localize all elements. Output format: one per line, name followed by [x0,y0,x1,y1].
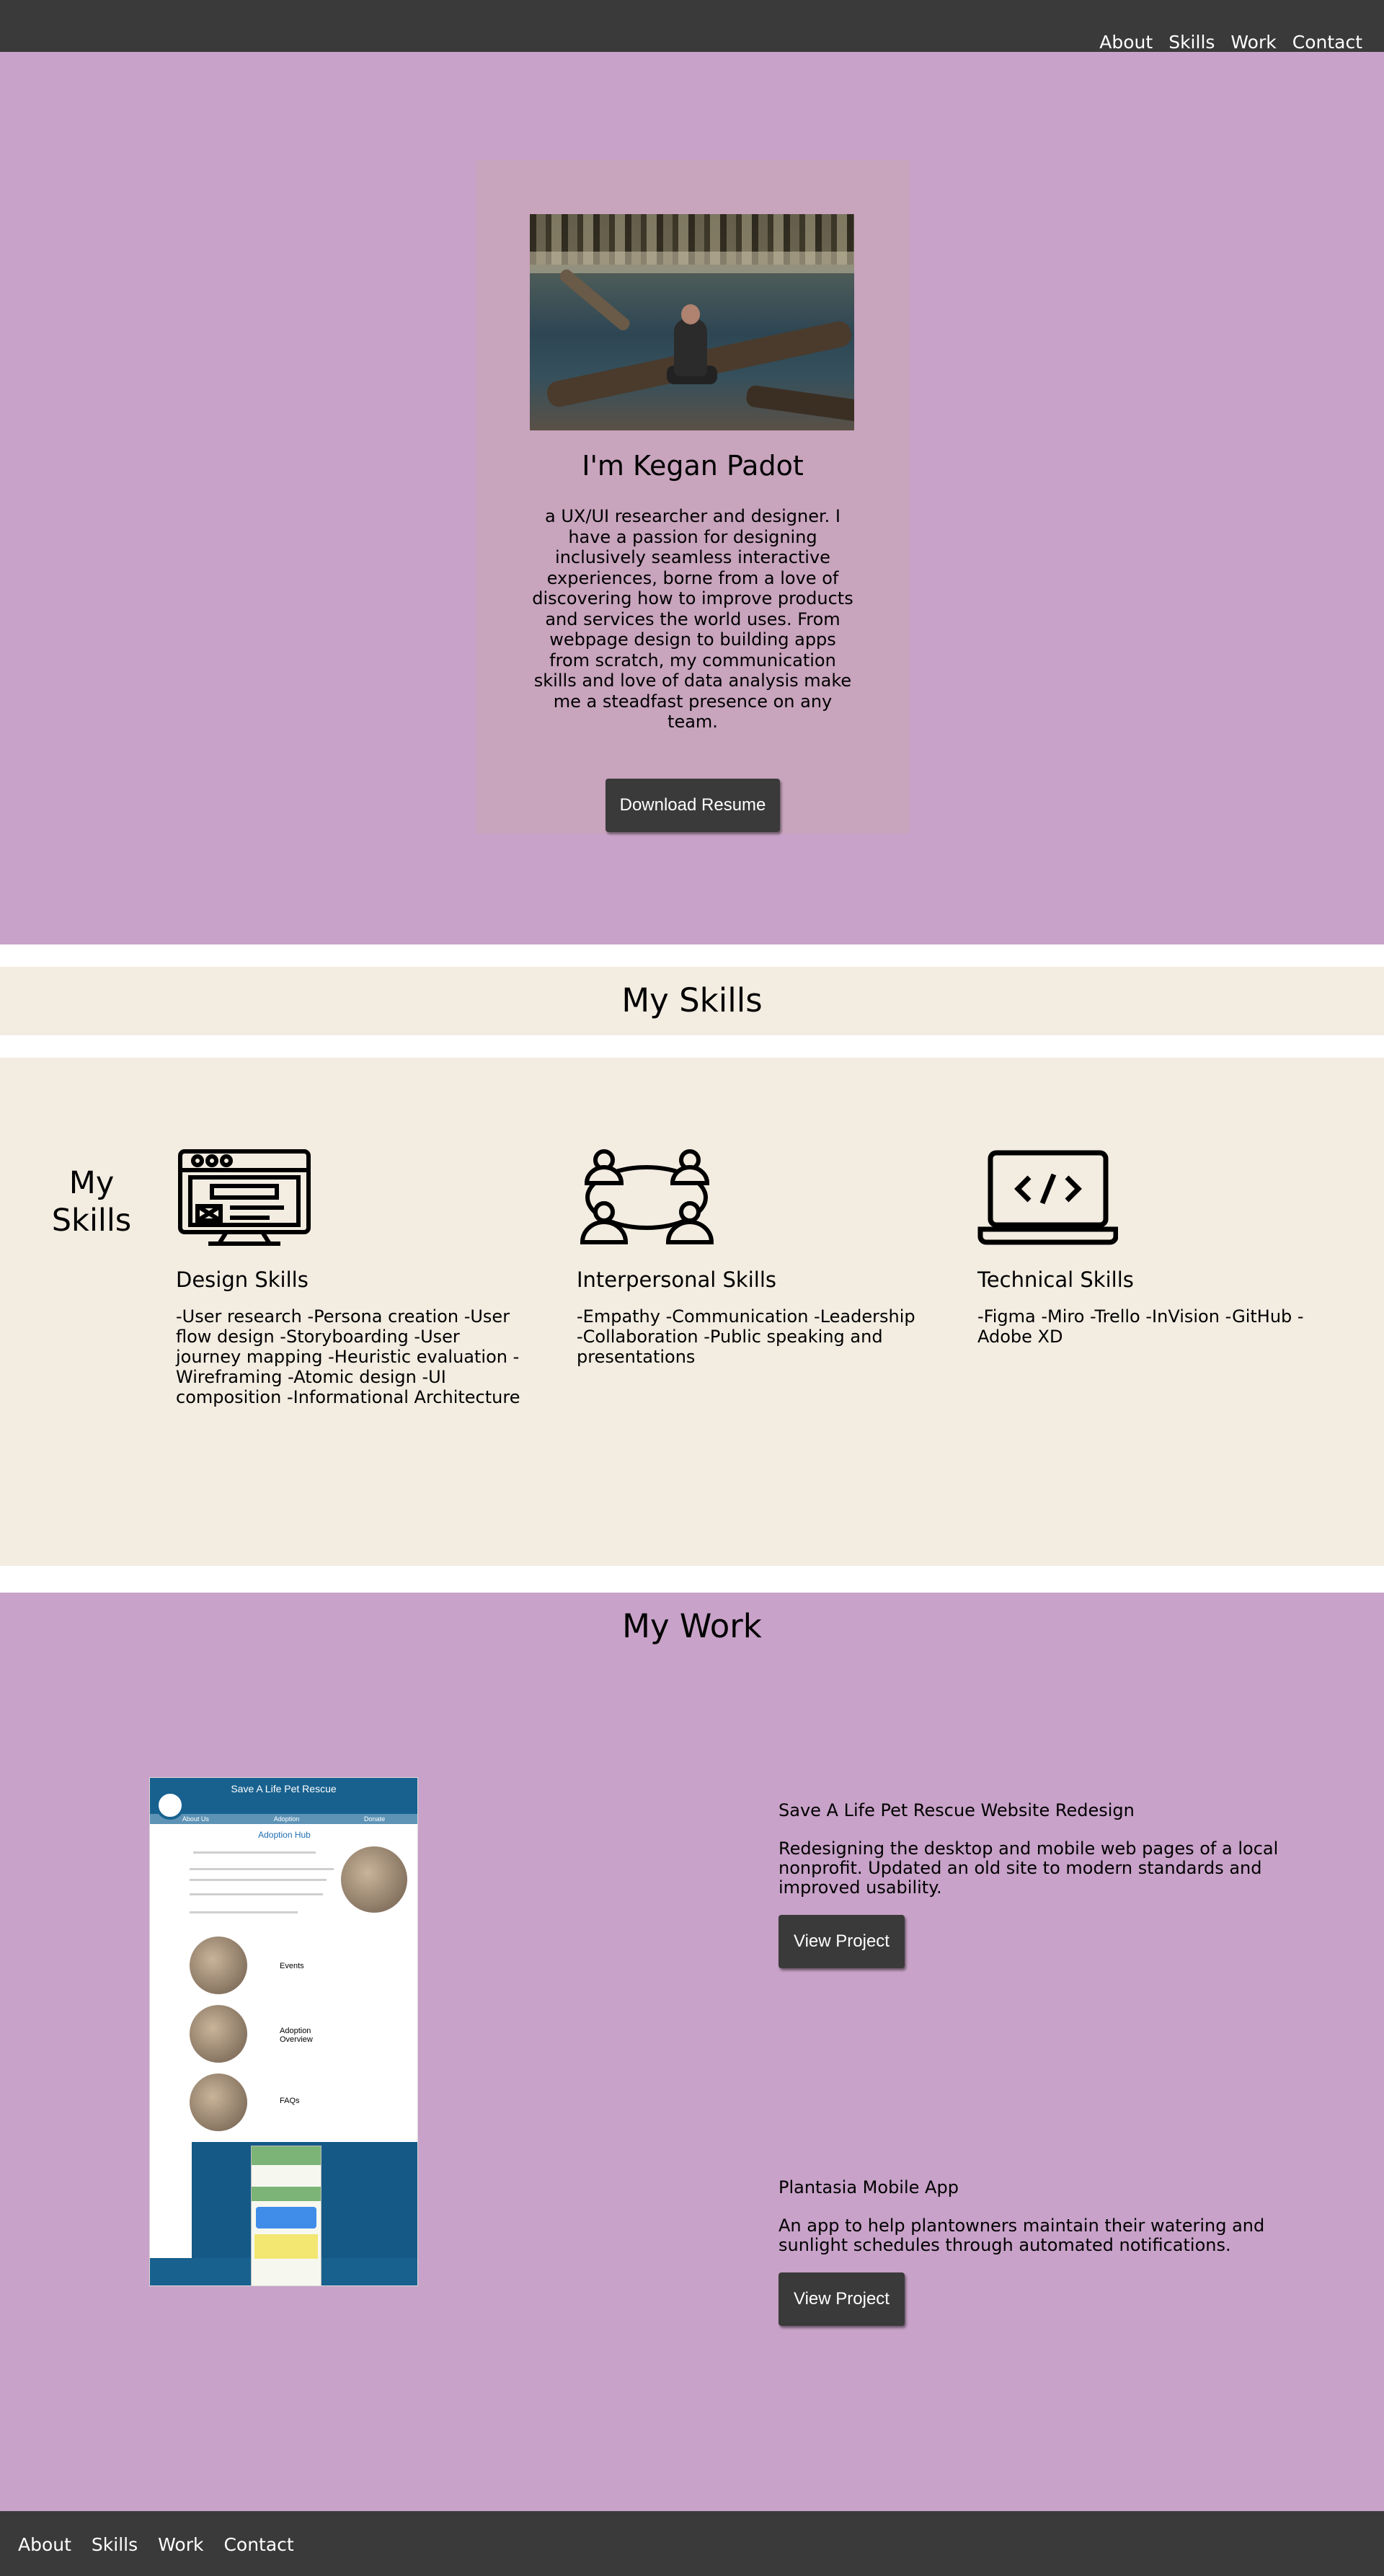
design-icon [178,1149,311,1246]
laptop-code-icon [977,1150,1118,1245]
mockup-heading: Adoption Hub [258,1830,311,1840]
project-plantasia-text: An app to help plantowners maintain thei… [778,2216,1265,2255]
top-nav-links: About Skills Work Contact [1099,32,1362,53]
hero-bio: a UX/UI researcher and designer. I have … [532,506,853,732]
team-icon [580,1149,714,1244]
skill-design-text: -User research -Persona creation -User f… [176,1306,520,1407]
footer-link-about[interactable]: About [18,2534,71,2555]
top-nav: About Skills Work Contact [0,0,1384,53]
skill-design: Design Skills -User research -Persona cr… [176,1148,522,1407]
skill-technical-text: -Figma -Miro -Trello -InVision -GitHub -… [977,1306,1304,1347]
work-section: My Work Save A Life Pet Rescue About Us … [0,1593,1384,2511]
skill-technical-title: Technical Skills [977,1267,1134,1292]
skill-interpersonal: Interpersonal Skills -Empathy -Communica… [577,1148,923,1367]
mockup-phone [251,2146,321,2285]
skill-design-title: Design Skills [176,1267,309,1292]
profile-photo [530,214,854,430]
mockup-nav: About Us Adoption Donate [150,1814,417,1824]
intro-card: I'm Kegan Padot a UX/UI researcher and d… [476,160,910,833]
hero-title: I'm Kegan Padot [582,450,804,482]
pet-rescue-mockup-image: Save A Life Pet Rescue About Us Adoption… [149,1777,418,2286]
view-project-plantasia-button[interactable]: View Project [778,2272,905,2326]
footer: About Skills Work Contact [0,2511,1384,2576]
nav-link-skills[interactable]: Skills [1168,32,1215,53]
mockup-nav-adoption: Adoption [273,1815,300,1823]
footer-link-skills[interactable]: Skills [92,2534,138,2555]
project-pet-rescue-text: Redesigning the desktop and mobile web p… [778,1838,1279,1898]
nav-link-contact[interactable]: Contact [1292,32,1362,53]
footer-links: About Skills Work Contact [18,2534,294,2555]
mockup-nav-donate: Donate [364,1815,386,1823]
project-pet-rescue: Save A Life Pet Rescue Website Redesign … [778,1800,1283,1968]
mockup-tile-events: Events [280,1962,304,1970]
skill-interpersonal-title: Interpersonal Skills [577,1267,777,1292]
view-project-pet-rescue-button[interactable]: View Project [778,1915,905,1968]
hero-section: I'm Kegan Padot a UX/UI researcher and d… [0,52,1384,944]
project-plantasia-title: Plantasia Mobile App [778,2177,959,2197]
footer-link-contact[interactable]: Contact [223,2534,293,2555]
mockup-header: Save A Life Pet Rescue [150,1778,417,1814]
skill-technical: Technical Skills -Figma -Miro -Trello -I… [977,1148,1323,1347]
skills-banner-title: My Skills [621,981,763,1019]
mockup-logo [156,1791,185,1820]
skills-side-title: My Skills [51,1165,132,1239]
work-title: My Work [622,1607,762,1645]
mockup-nav-about: About Us [182,1815,209,1823]
mockup-tile-faqs: FAQs [280,2097,300,2105]
mockup-tile-adoption-overview: Adoption Overview [280,2027,313,2044]
nav-link-about[interactable]: About [1099,32,1153,53]
project-plantasia: Plantasia Mobile App An app to help plan… [778,2177,1283,2326]
skill-interpersonal-text: -Empathy -Communication -Leadership -Col… [577,1306,915,1367]
skills-section: My Skills Design Skills -User research -… [0,1058,1384,1566]
skills-banner: My Skills [0,967,1384,1035]
download-resume-button[interactable]: Download Resume [606,779,780,832]
footer-link-work[interactable]: Work [158,2534,203,2555]
project-pet-rescue-title: Save A Life Pet Rescue Website Redesign [778,1800,1135,1820]
nav-link-work[interactable]: Work [1230,32,1276,53]
